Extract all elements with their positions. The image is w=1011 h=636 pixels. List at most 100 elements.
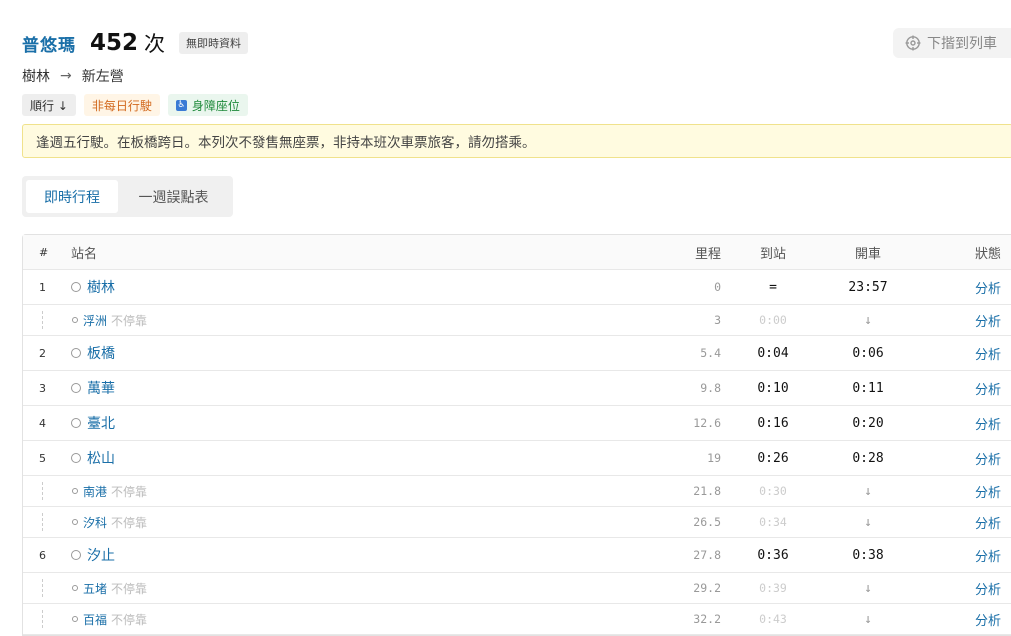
- mileage-cell: 26.5: [693, 515, 721, 529]
- mileage-cell: 3: [714, 313, 721, 327]
- analysis-link[interactable]: 分析: [941, 604, 1001, 634]
- analysis-link[interactable]: 分析: [941, 441, 1001, 475]
- train-type[interactable]: 普悠瑪: [22, 31, 76, 56]
- analysis-link[interactable]: 分析: [941, 573, 1001, 603]
- route: 樹林 → 新左營: [22, 66, 1011, 86]
- pass-dot-icon: [72, 616, 78, 622]
- stop-circle-icon: [71, 383, 81, 393]
- mileage-cell: 19: [707, 451, 721, 465]
- dashed-line-icon: [42, 610, 44, 628]
- mileage-cell: 27.8: [693, 548, 721, 562]
- wheelchair-icon: ♿: [175, 99, 187, 111]
- station-name-link[interactable]: 百福: [83, 611, 107, 628]
- station-name-link[interactable]: 汐科: [83, 514, 107, 531]
- analysis-link[interactable]: 分析: [941, 476, 1001, 506]
- header-status: 狀態: [974, 246, 1001, 262]
- dashed-line-icon: [42, 311, 44, 329]
- header-station: 站名: [71, 246, 98, 262]
- dashed-line-icon: [42, 513, 44, 531]
- table-header-row: # 站名 里程 到站 開車 狀態: [23, 235, 1011, 270]
- station-cell: 百福 不停靠: [71, 604, 147, 634]
- station-index: 6: [39, 548, 46, 562]
- station-cell: 五堵 不停靠: [71, 573, 147, 603]
- mileage-cell: 9.8: [700, 381, 721, 395]
- depart-time-cell: 0:06: [852, 345, 884, 361]
- analysis-link[interactable]: 分析: [941, 371, 1001, 405]
- no-stop-label: 不停靠: [111, 484, 148, 499]
- depart-time-cell: 0:20: [852, 415, 884, 431]
- station-name-link[interactable]: 南港: [83, 483, 107, 500]
- station-name-link[interactable]: 臺北: [87, 413, 115, 433]
- arrive-time-cell: 0:10: [757, 380, 789, 396]
- view-tabs: 即時行程 一週誤點表: [22, 176, 233, 217]
- arrive-time-cell: 0:26: [757, 450, 789, 466]
- station-row: 3 萬華 9.8 0:10 0:11 分析: [23, 371, 1011, 406]
- station-name-link[interactable]: 浮洲: [83, 312, 107, 329]
- station-name-link[interactable]: 板橋: [87, 343, 115, 363]
- tab-live-schedule[interactable]: 即時行程: [26, 180, 118, 213]
- passing-station-row: 五堵 不停靠 29.2 0:39 ↓ 分析: [23, 573, 1011, 604]
- no-stop-label: 不停靠: [111, 581, 148, 596]
- passing-station-row: 百福 不停靠 32.2 0:43 ↓ 分析: [23, 604, 1011, 635]
- station-name-link[interactable]: 樹林: [87, 277, 115, 297]
- station-cell: 汐止: [71, 538, 115, 572]
- station-name-link[interactable]: 萬華: [87, 378, 115, 398]
- accessible-seat-label: 身障座位: [191, 98, 240, 113]
- station-cell: 板橋: [71, 336, 115, 370]
- station-name-link[interactable]: 汐止: [87, 545, 115, 565]
- mileage-cell: 12.6: [693, 416, 721, 430]
- dashed-line-icon: [42, 579, 44, 597]
- header-index: #: [39, 245, 49, 259]
- station-index: 4: [39, 416, 46, 430]
- train-number: 452: [90, 30, 139, 56]
- station-row: 1 樹林 0 = 23:57 分析: [23, 270, 1011, 305]
- direction-tag: 順行 ↓: [22, 94, 76, 116]
- no-stop-label: 不停靠: [111, 313, 148, 328]
- depart-time-cell: ↓: [864, 580, 872, 596]
- analysis-link[interactable]: 分析: [941, 270, 1001, 304]
- train-number-suffix: 次: [144, 32, 166, 56]
- analysis-link[interactable]: 分析: [941, 538, 1001, 572]
- depart-time-cell: 0:28: [852, 450, 884, 466]
- station-row: 2 板橋 5.4 0:04 0:06 分析: [23, 336, 1011, 371]
- station-name-link[interactable]: 五堵: [83, 580, 107, 597]
- station-index: 5: [39, 451, 46, 465]
- header-mileage: 里程: [694, 246, 721, 262]
- route-destination[interactable]: 新左營: [82, 66, 124, 86]
- locate-train-label: 下揩到列車: [927, 36, 997, 52]
- station-cell: 浮洲 不停靠: [71, 305, 147, 335]
- analysis-link[interactable]: 分析: [941, 336, 1001, 370]
- station-row: 6 汐止 27.8 0:36 0:38 分析: [23, 538, 1011, 573]
- stop-circle-icon: [71, 348, 81, 358]
- station-cell: 臺北: [71, 406, 115, 440]
- depart-time-cell: ↓: [864, 483, 872, 499]
- analysis-link[interactable]: 分析: [941, 406, 1001, 440]
- dashed-line-icon: [42, 482, 44, 500]
- arrive-time-cell: 0:43: [759, 612, 787, 626]
- passing-station-row: 浮洲 不停靠 3 0:00 ↓ 分析: [23, 305, 1011, 336]
- station-cell: 汐科 不停靠: [71, 507, 147, 537]
- stop-circle-icon: [71, 282, 81, 292]
- depart-time-cell: ↓: [864, 312, 872, 328]
- analysis-link[interactable]: 分析: [941, 305, 1001, 335]
- tab-weekly-delay[interactable]: 一週誤點表: [118, 180, 229, 213]
- station-name-link[interactable]: 松山: [87, 448, 115, 468]
- depart-time-cell: 0:11: [852, 380, 884, 396]
- train-header: 普悠瑪 452 次 無即時資料 下揩到列車 樹林 → 新左營 順行 ↓ 非每日行…: [22, 28, 1011, 116]
- train-tags: 順行 ↓ 非每日行駛 ♿ 身障座位: [22, 94, 1011, 116]
- table-body: 1 樹林 0 = 23:57 分析 浮洲 不停靠 3 0:00 ↓ 分析 2 板橋 5.4 0:04 0:06 分…: [23, 270, 1011, 635]
- header-arrive: 到站: [759, 246, 786, 262]
- pass-dot-icon: [72, 488, 78, 494]
- depart-time-cell: ↓: [864, 611, 872, 627]
- analysis-link[interactable]: 分析: [941, 507, 1001, 537]
- arrive-time-cell: 0:39: [759, 581, 787, 595]
- locate-train-button[interactable]: 下揩到列車: [893, 28, 1011, 58]
- route-origin[interactable]: 樹林: [22, 66, 50, 86]
- depart-time-cell: 0:38: [852, 547, 884, 563]
- mileage-cell: 29.2: [693, 581, 721, 595]
- header-depart: 開車: [854, 246, 881, 262]
- station-index: 2: [39, 346, 46, 360]
- service-notice: 逢週五行駛。在板橋跨日。本列次不發售無座票，非持本班次車票旅客，請勿搭乘。: [22, 124, 1011, 158]
- arrive-time-cell: 0:04: [757, 345, 789, 361]
- arrive-time-cell: 0:36: [757, 547, 789, 563]
